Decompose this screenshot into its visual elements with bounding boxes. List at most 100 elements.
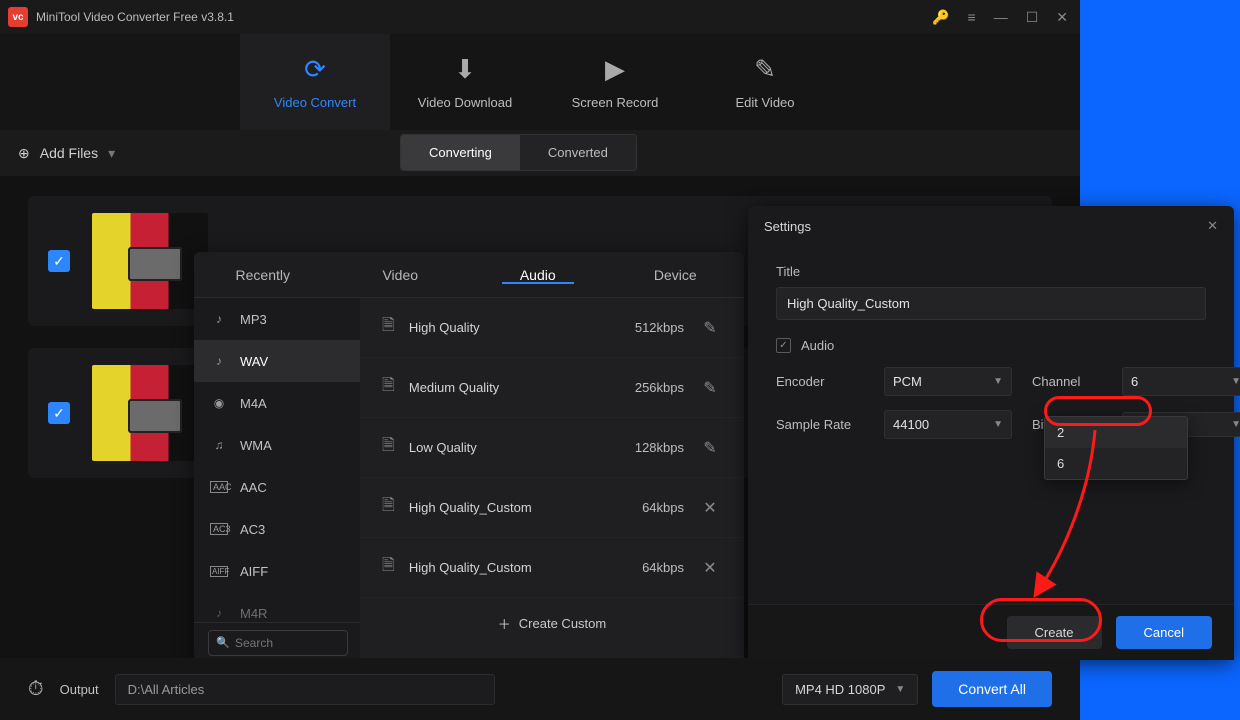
preset-medium[interactable]: 🗎 Medium Quality 256kbps ✎ bbox=[360, 358, 744, 418]
add-files-label: Add Files bbox=[40, 145, 98, 161]
audio-section: ✓ Audio bbox=[776, 338, 1206, 353]
main-tabs: ⟳ Video Convert ⬇ Video Download ▶ Scree… bbox=[0, 34, 1080, 130]
title-label: Title bbox=[776, 264, 1206, 279]
item-checkbox[interactable]: ✓ bbox=[48, 250, 70, 272]
dropdown-option-2[interactable]: 2 bbox=[1045, 417, 1187, 448]
plus-icon: ⊕ bbox=[18, 145, 30, 162]
aiff-icon: AIFF bbox=[210, 566, 228, 577]
note-icon: ◉ bbox=[210, 396, 228, 410]
ac3-icon: AC3 bbox=[210, 523, 228, 535]
preset-bitrate: 512kbps bbox=[612, 320, 684, 335]
tab-video-convert[interactable]: ⟳ Video Convert bbox=[240, 34, 390, 130]
tab-label: Edit Video bbox=[735, 95, 794, 110]
close-icon[interactable]: ✕ bbox=[1056, 9, 1068, 26]
maximize-icon[interactable]: ☐ bbox=[1026, 9, 1039, 26]
chevron-down-icon: ▼ bbox=[993, 376, 1003, 387]
file-icon: 🗎 bbox=[382, 434, 395, 461]
format-label: AC3 bbox=[240, 522, 265, 537]
subtab-converted[interactable]: Converted bbox=[520, 135, 636, 170]
output-path[interactable]: D:\All Articles bbox=[115, 674, 495, 705]
channel-value: 6 bbox=[1131, 374, 1138, 389]
format-wav[interactable]: ♪ WAV bbox=[194, 340, 360, 382]
settings-title: Settings bbox=[764, 219, 811, 234]
create-custom-label: Create Custom bbox=[519, 616, 606, 631]
format-wma[interactable]: ♫WMA bbox=[194, 424, 360, 466]
fmttab-video[interactable]: Video bbox=[332, 267, 470, 283]
target-format-select[interactable]: MP4 HD 1080P ▼ bbox=[782, 674, 918, 705]
channel-select[interactable]: 6▼ bbox=[1122, 367, 1240, 396]
item-checkbox[interactable]: ✓ bbox=[48, 402, 70, 424]
preset-custom-1[interactable]: 🗎 High Quality_Custom 64kbps ✕ bbox=[360, 478, 744, 538]
format-mp3[interactable]: ♪MP3 bbox=[194, 298, 360, 340]
tab-label: Screen Record bbox=[572, 95, 659, 110]
encoder-select[interactable]: PCM ▼ bbox=[884, 367, 1012, 396]
format-aac[interactable]: AACAAC bbox=[194, 466, 360, 508]
preset-low[interactable]: 🗎 Low Quality 128kbps ✎ bbox=[360, 418, 744, 478]
note-icon: ♪ bbox=[210, 354, 228, 368]
tab-edit-video[interactable]: ✎ Edit Video bbox=[690, 34, 840, 130]
app-logo: vc bbox=[8, 7, 28, 27]
encoder-value: PCM bbox=[893, 374, 922, 389]
settings-header: Settings ✕ bbox=[748, 206, 1234, 246]
close-icon[interactable]: ✕ bbox=[698, 498, 722, 518]
edit-icon[interactable]: ✎ bbox=[698, 318, 722, 338]
chevron-down-icon: ▼ bbox=[993, 419, 1003, 430]
format-aiff[interactable]: AIFFAIFF bbox=[194, 550, 360, 592]
close-icon[interactable]: ✕ bbox=[698, 558, 722, 578]
target-format-value: MP4 HD 1080P bbox=[795, 682, 885, 697]
tab-label: Video Download bbox=[418, 95, 512, 110]
fmttab-device[interactable]: Device bbox=[607, 267, 745, 283]
item-thumbnail bbox=[92, 365, 208, 461]
edit-icon: ✎ bbox=[754, 54, 776, 85]
preset-bitrate: 64kbps bbox=[612, 560, 684, 575]
file-icon: 🗎 bbox=[382, 494, 395, 521]
aac-icon: AAC bbox=[210, 481, 228, 493]
file-icon: 🗎 bbox=[382, 554, 395, 581]
format-ac3[interactable]: AC3 AC3 bbox=[194, 508, 360, 550]
edit-icon[interactable]: ✎ bbox=[698, 438, 722, 458]
note-icon: ♪ bbox=[210, 606, 228, 620]
note-icon: ♪ bbox=[210, 312, 228, 326]
subtab-converting[interactable]: Converting bbox=[401, 135, 520, 170]
file-icon: 🗎 bbox=[382, 314, 395, 341]
minimize-icon[interactable]: — bbox=[994, 9, 1008, 25]
chevron-down-icon: ▾ bbox=[108, 145, 115, 162]
add-files-button[interactable]: ⊕ Add Files ▾ bbox=[18, 145, 115, 162]
close-icon[interactable]: ✕ bbox=[1207, 218, 1218, 234]
channel-label: Channel bbox=[1032, 374, 1102, 389]
samplerate-label: Sample Rate bbox=[776, 417, 864, 432]
app-window: vc MiniTool Video Converter Free v3.8.1 … bbox=[0, 0, 1080, 720]
preset-bitrate: 128kbps bbox=[612, 440, 684, 455]
preset-custom-2[interactable]: 🗎 High Quality_Custom 64kbps ✕ bbox=[360, 538, 744, 598]
dropdown-option-6[interactable]: 6 bbox=[1045, 448, 1187, 479]
format-tabs: Recently Video Audio Device bbox=[194, 252, 744, 298]
clock-icon[interactable]: ⏱ bbox=[28, 678, 44, 701]
chevron-down-icon: ▼ bbox=[1231, 376, 1240, 387]
fmttab-audio[interactable]: Audio bbox=[469, 267, 607, 283]
samplerate-value: 44100 bbox=[893, 417, 929, 432]
key-icon[interactable]: 🔑 bbox=[932, 9, 949, 26]
create-custom-button[interactable]: ＋ Create Custom bbox=[360, 598, 744, 648]
file-icon: 🗎 bbox=[382, 374, 395, 401]
note-icon: ♫ bbox=[210, 438, 228, 452]
audio-checkbox[interactable]: ✓ bbox=[776, 338, 791, 353]
tab-screen-record[interactable]: ▶ Screen Record bbox=[540, 34, 690, 130]
audio-label: Audio bbox=[801, 338, 834, 353]
preset-bitrate: 256kbps bbox=[612, 380, 684, 395]
title-input[interactable] bbox=[776, 287, 1206, 320]
samplerate-select[interactable]: 44100 ▼ bbox=[884, 410, 1012, 439]
preset-high[interactable]: 🗎 High Quality 512kbps ✎ bbox=[360, 298, 744, 358]
convert-all-button[interactable]: Convert All bbox=[932, 671, 1052, 707]
fmttab-recently[interactable]: Recently bbox=[194, 267, 332, 283]
tab-video-download[interactable]: ⬇ Video Download bbox=[390, 34, 540, 130]
item-thumbnail bbox=[92, 213, 208, 309]
cancel-button[interactable]: Cancel bbox=[1116, 616, 1212, 649]
bottom-bar: ⏱ Output D:\All Articles MP4 HD 1080P ▼ … bbox=[0, 658, 1080, 720]
encoder-label: Encoder bbox=[776, 374, 864, 389]
edit-icon[interactable]: ✎ bbox=[698, 378, 722, 398]
format-label: WAV bbox=[240, 354, 268, 369]
format-list[interactable]: ♪MP3 ♪ WAV ◉M4A ♫WMA AACAAC AC3 AC3 AIFFAI… bbox=[194, 298, 360, 662]
menu-icon[interactable]: ≡ bbox=[968, 9, 976, 25]
format-m4a[interactable]: ◉M4A bbox=[194, 382, 360, 424]
create-button[interactable]: Create bbox=[1007, 616, 1102, 649]
